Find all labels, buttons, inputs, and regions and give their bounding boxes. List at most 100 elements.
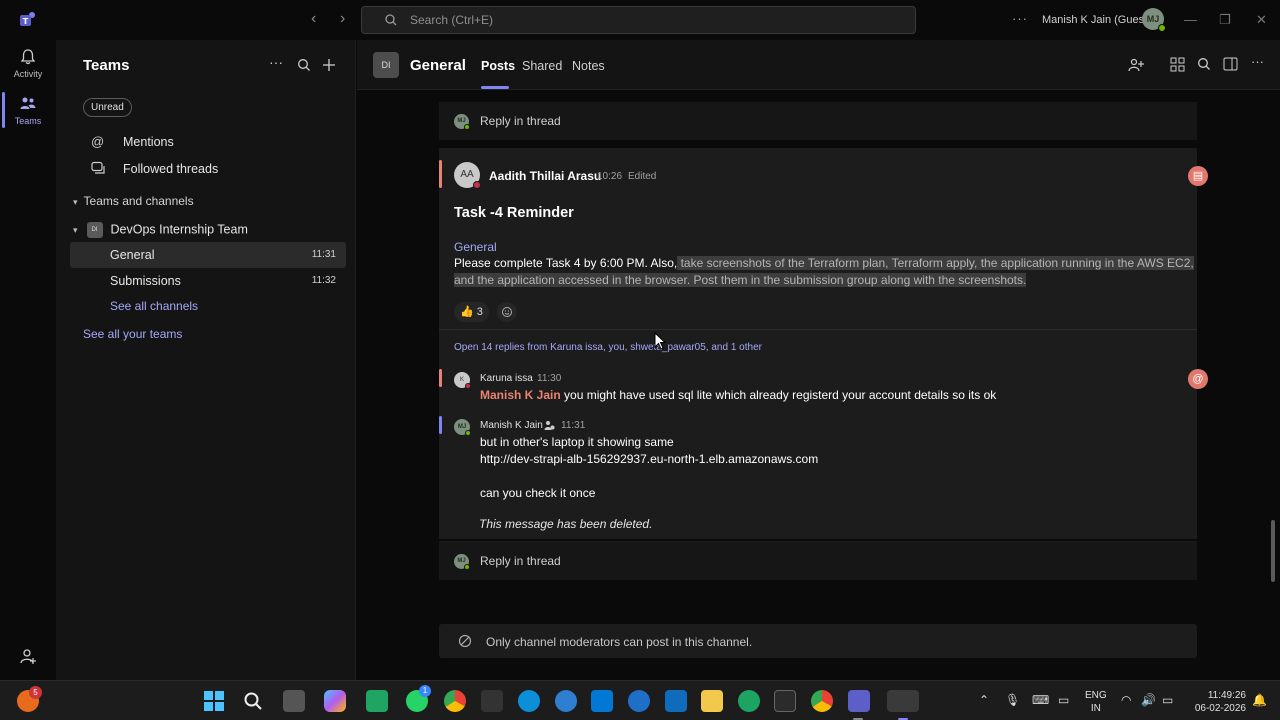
plus-icon[interactable] — [322, 58, 336, 72]
teams-taskbar-icon[interactable] — [848, 690, 870, 712]
teams-logo-icon: T — [20, 12, 35, 26]
bell-icon — [20, 49, 36, 65]
chrome-icon[interactable] — [444, 690, 466, 712]
display-icon[interactable]: ▭ — [1058, 693, 1069, 707]
sync-app-icon[interactable] — [628, 690, 650, 712]
reply-author[interactable]: Manish K Jain — [480, 420, 543, 431]
clock[interactable]: 11:49:26 06-02-2026 — [1190, 689, 1246, 715]
see-all-teams-link[interactable]: See all your teams — [83, 327, 182, 341]
back-icon[interactable]: ‹ — [311, 10, 316, 28]
mentions-label: Mentions — [123, 135, 174, 149]
reply-initials: K — [459, 377, 464, 383]
docker-icon[interactable] — [555, 690, 577, 712]
more-options-icon[interactable]: ··· — [1012, 11, 1028, 26]
mention-accent — [439, 369, 442, 387]
battery-icon[interactable]: ▭ — [1162, 693, 1173, 707]
rail-teams[interactable]: Teams — [0, 95, 56, 126]
open-replies-link[interactable]: Open 14 replies from Karuna issa, you, s… — [454, 342, 762, 353]
thumbs-up-icon: 👍 — [460, 306, 474, 318]
notification-bell-icon[interactable]: 🔔 — [1252, 693, 1267, 707]
search-icon[interactable] — [1197, 57, 1211, 71]
reply-initials: MJ — [457, 424, 467, 430]
reply-in-thread-bar[interactable]: MJ Reply in thread — [439, 542, 1197, 580]
keyboard-icon[interactable]: ⌨ — [1032, 693, 1049, 707]
apps-icon[interactable] — [1170, 57, 1185, 72]
copilot-icon[interactable] — [324, 690, 346, 712]
reply-url[interactable]: http://dev-strapi-alb-156292937.eu-north… — [480, 452, 818, 466]
mention-icon: @ — [1188, 369, 1208, 389]
avatar: MJ — [454, 114, 470, 130]
search-box[interactable] — [361, 6, 916, 34]
robot-app-icon[interactable] — [481, 690, 503, 712]
more-options-icon[interactable]: ··· — [1251, 54, 1264, 69]
file-explorer-icon[interactable] — [701, 690, 723, 712]
reply-author[interactable]: Karuna issa — [480, 373, 533, 384]
volume-icon[interactable]: 🔊 — [1141, 693, 1156, 707]
participants-icon[interactable] — [1128, 57, 1144, 73]
followed-threads-item[interactable]: Followed threads — [91, 161, 218, 176]
channel-reference-link[interactable]: General — [454, 240, 497, 254]
add-reaction-button[interactable] — [497, 302, 517, 322]
task-view-icon[interactable] — [283, 690, 305, 712]
mention-tag[interactable]: Manish K Jain — [480, 388, 561, 402]
language-indicator[interactable]: ENG IN — [1085, 689, 1107, 715]
search-icon — [385, 14, 397, 26]
reply-in-thread-label: Reply in thread — [480, 114, 561, 128]
maximize-icon[interactable]: ❐ — [1219, 12, 1231, 28]
team-name: DevOps Internship Team — [110, 222, 248, 237]
add-account-icon[interactable] — [19, 647, 37, 665]
tab-shared[interactable]: Shared — [522, 59, 562, 73]
team-devops-internship[interactable]: ▾ DI DevOps Internship Team — [73, 222, 248, 238]
vscode-icon[interactable] — [591, 690, 613, 712]
selected-text: take screenshots of the Terraform plan, … — [677, 256, 1194, 270]
close-icon[interactable]: ✕ — [1256, 12, 1267, 28]
search-icon[interactable] — [243, 691, 263, 711]
microphone-icon[interactable]: 🎙 — [1005, 693, 1020, 707]
whatsapp-icon[interactable]: 1 — [406, 685, 431, 712]
deleted-message: This message has been deleted. — [479, 517, 653, 531]
teams-and-channels-header[interactable]: ▾ Teams and channels — [73, 194, 194, 208]
minimize-icon[interactable]: — — [1184, 12, 1197, 27]
see-all-channels-link[interactable]: See all channels — [110, 299, 198, 313]
channel-general[interactable]: General 11:31 — [70, 242, 346, 268]
side-panel-icon[interactable] — [1223, 57, 1238, 71]
reply-message: you might have used sql lite which alrea… — [560, 388, 997, 402]
reply-in-thread-bar[interactable]: MJ Reply in thread — [439, 102, 1197, 140]
search-input[interactable] — [410, 10, 890, 30]
tab-notes[interactable]: Notes — [572, 59, 605, 73]
teams-active-app-icon[interactable] — [887, 690, 919, 712]
post-time: 10:26 — [597, 171, 623, 182]
mentions-item[interactable]: @ Mentions — [91, 134, 174, 149]
wifi-icon[interactable]: ◠ — [1121, 693, 1131, 707]
tab-posts[interactable]: Posts — [481, 59, 515, 73]
forward-icon[interactable]: › — [340, 10, 345, 28]
like-reaction[interactable]: 👍 3 — [454, 302, 489, 322]
presence-available-icon — [1158, 24, 1166, 32]
presence-busy-icon — [465, 383, 471, 389]
reply-avatar[interactable]: MJ — [454, 419, 471, 436]
search-icon[interactable] — [297, 58, 311, 72]
reaction-count: 3 — [476, 306, 483, 318]
outlook-icon[interactable] — [665, 690, 687, 712]
chrome-profile-icon[interactable] — [811, 690, 833, 712]
edge-icon[interactable] — [518, 690, 540, 712]
more-options-icon[interactable]: ··· — [269, 54, 283, 70]
teams-panel: Teams ··· Unread @ Mentions Followed thr… — [56, 40, 356, 680]
scrollbar-thumb[interactable] — [1271, 520, 1275, 582]
unread-filter-button[interactable]: Unread — [83, 98, 132, 117]
announcement-icon: ▤ — [1188, 166, 1208, 186]
own-message-accent — [439, 416, 442, 434]
notifications-icon[interactable]: 5 — [17, 686, 42, 712]
author-avatar[interactable]: AA — [454, 162, 481, 189]
chevron-up-icon[interactable]: ⌃ — [979, 693, 989, 707]
rail-activity[interactable]: Activity — [0, 48, 56, 79]
user-avatar[interactable]: MJ — [1142, 8, 1166, 32]
chatgpt-icon[interactable] — [738, 690, 760, 712]
reply-avatar[interactable]: K — [454, 372, 471, 389]
post-author[interactable]: Aadith Thillai Arasu — [489, 169, 601, 183]
windows-start-icon[interactable] — [203, 690, 225, 712]
excel-icon[interactable] — [366, 690, 388, 712]
rail-activity-label: Activity — [13, 69, 43, 79]
channel-submissions[interactable]: Submissions 11:32 — [70, 268, 346, 294]
terminal-icon[interactable] — [774, 690, 796, 712]
